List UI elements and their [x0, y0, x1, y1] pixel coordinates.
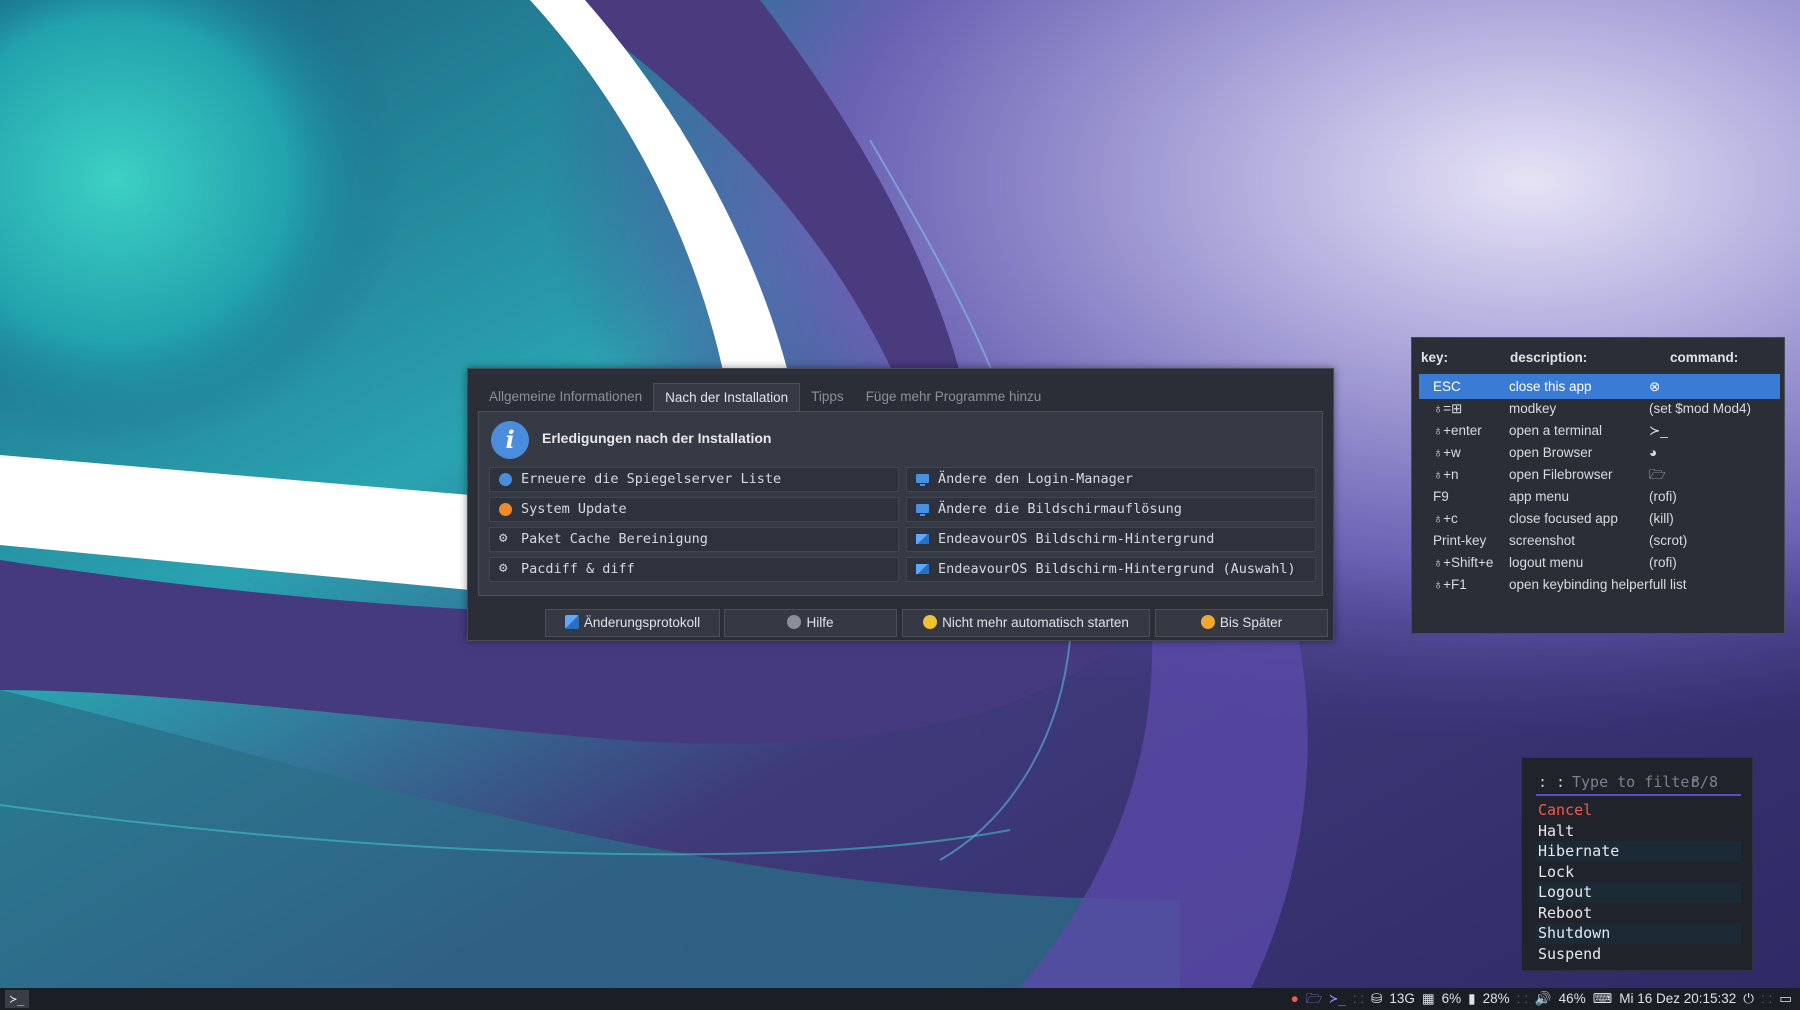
wallpaper-icon	[916, 564, 929, 574]
notification-icon[interactable]: ▭	[1779, 988, 1792, 1010]
prompt-label: : :	[1538, 773, 1566, 791]
after-install-pane: i Erledigungen nach der Installation Ern…	[478, 411, 1323, 596]
endeavouros-wallpaper-choice-button[interactable]: EndeavourOS Bildschirm-Hintergrund (Ausw…	[906, 557, 1316, 582]
tab-tips[interactable]: Tipps	[800, 383, 855, 411]
power-menu-item-cancel[interactable]: Cancel	[1536, 800, 1741, 821]
update-icon	[499, 503, 512, 516]
power-icon[interactable]: ⏻	[1743, 988, 1754, 1010]
wallpaper-icon	[916, 534, 929, 544]
terminal-icon[interactable]: ≻_	[1329, 988, 1345, 1010]
keybinding-key: ♁+F1	[1433, 577, 1467, 592]
pacdiff-button[interactable]: ⚙ Pacdiff & diff	[489, 557, 899, 582]
disk-usage: 13G	[1389, 991, 1415, 1006]
help-button[interactable]: Hilfe	[724, 609, 897, 637]
keybinding-command: full list	[1649, 577, 1687, 592]
power-menu-item-logout[interactable]: Logout	[1536, 882, 1741, 903]
separator: : :	[1516, 991, 1528, 1006]
monitor-icon	[916, 474, 929, 486]
gear-icon: ⚙	[499, 530, 508, 546]
see-you-later-button[interactable]: Bis Später	[1155, 609, 1328, 637]
power-menu-item-halt[interactable]: Halt	[1536, 821, 1741, 842]
header-command: command:	[1670, 350, 1739, 365]
power-menu-item-shutdown[interactable]: Shutdown	[1536, 923, 1741, 944]
volume-level[interactable]: 46%	[1559, 988, 1586, 1010]
help-icon	[787, 615, 802, 629]
folder-icon[interactable]: 🗁	[1306, 988, 1323, 1010]
result-count: 8/8	[1690, 773, 1718, 791]
endeavouros-wallpaper-button[interactable]: EndeavourOS Bildschirm-Hintergrund	[906, 527, 1316, 552]
button-label: Hilfe	[806, 615, 834, 630]
system-update-button[interactable]: System Update	[489, 497, 899, 522]
memory-usage: 28%	[1482, 991, 1510, 1006]
button-label: Änderungsprotokoll	[583, 615, 701, 630]
monitor-icon	[916, 504, 929, 516]
update-mirrors-button[interactable]: Erneuere die Spiegelserver Liste	[489, 467, 899, 492]
action-label: EndeavourOS Bildschirm-Hintergrund	[938, 531, 1215, 547]
tab-add-programs[interactable]: Füge mehr Programme hinzu	[855, 383, 1053, 411]
globe-icon	[499, 473, 512, 486]
header-key: key:	[1421, 350, 1449, 365]
welcome-window: Allgemeine Informationen Nach der Instal…	[467, 368, 1334, 641]
system-tray: ● 🗁 ≻_ : : ⛁ 13G ▦ 6% ▮ 28% : : 🔊 46% ⌨ …	[1291, 988, 1792, 1010]
power-menu: : : Type to filter 8/8 Cancel Halt Hiberna…	[1521, 757, 1753, 971]
keybinding-helper-window: key: description: command: ESC close this…	[1411, 337, 1785, 634]
tab-after-install[interactable]: Nach der Installation	[653, 383, 801, 411]
changelog-button[interactable]: Änderungsprotokoll	[545, 609, 720, 637]
package-cache-cleanup-button[interactable]: ⚙ Paket Cache Bereinigung	[489, 527, 899, 552]
keybinding-description: open keybinding helper	[1509, 577, 1649, 592]
cool-smiley-icon	[1200, 615, 1215, 629]
cpu-icon: ▦	[1421, 991, 1435, 1006]
smiley-icon	[923, 615, 938, 629]
disable-autostart-button[interactable]: Nicht mehr automatisch starten	[902, 609, 1150, 637]
input-underline	[1536, 794, 1741, 796]
filter-input[interactable]: Type to filter	[1572, 773, 1698, 791]
action-label: Ändere den Login-Manager	[938, 471, 1134, 487]
tab-general-info[interactable]: Allgemeine Informationen	[478, 383, 653, 411]
button-label: Nicht mehr automatisch starten	[942, 615, 1129, 630]
clock: Mi 16 Dez 20:15:32	[1619, 991, 1737, 1006]
action-label: Pacdiff & diff	[521, 561, 635, 577]
header-description: description:	[1510, 350, 1588, 365]
power-menu-item-suspend[interactable]: Suspend	[1536, 944, 1741, 965]
separator: : :	[1352, 991, 1364, 1006]
memory-icon: ▮	[1468, 991, 1476, 1006]
volume-icon[interactable]: 🔊	[1535, 988, 1552, 1010]
keybinding-row[interactable]: ♁+F1 open keybinding helper full list	[1419, 572, 1780, 597]
bottom-panel: ≻_ ● 🗁 ≻_ : : ⛁ 13G ▦ 6% ▮ 28% : : 🔊 46%…	[0, 988, 1800, 1010]
action-label: Erneuere die Spiegelserver Liste	[521, 471, 782, 487]
action-label: Paket Cache Bereinigung	[521, 531, 708, 547]
welcome-tabs: Allgemeine Informationen Nach der Instal…	[478, 383, 1052, 411]
changelog-icon	[564, 615, 579, 629]
cpu-usage: 6%	[1441, 991, 1462, 1006]
keyboard-icon: ⌨	[1592, 991, 1613, 1006]
disk-icon: ⛁	[1371, 991, 1383, 1006]
action-label: System Update	[521, 501, 627, 517]
info-icon: i	[491, 421, 529, 459]
power-menu-item-reboot[interactable]: Reboot	[1536, 903, 1741, 924]
power-menu-item-hibernate[interactable]: Hibernate	[1536, 841, 1741, 862]
separator: : :	[1760, 991, 1773, 1006]
action-label: Ändere die Bildschirmauflösung	[938, 501, 1182, 517]
power-menu-item-lock[interactable]: Lock	[1536, 862, 1741, 883]
gear-icon: ⚙	[499, 560, 508, 576]
change-login-manager-button[interactable]: Ändere den Login-Manager	[906, 467, 1316, 492]
action-label: EndeavourOS Bildschirm-Hintergrund (Ausw…	[938, 561, 1296, 577]
change-resolution-button[interactable]: Ändere die Bildschirmauflösung	[906, 497, 1316, 522]
terminal-launcher-icon[interactable]: ≻_	[5, 990, 29, 1008]
button-label: Bis Später	[1219, 615, 1283, 630]
browser-icon[interactable]: ●	[1291, 988, 1299, 1010]
pane-heading: Erledigungen nach der Installation	[542, 430, 772, 446]
